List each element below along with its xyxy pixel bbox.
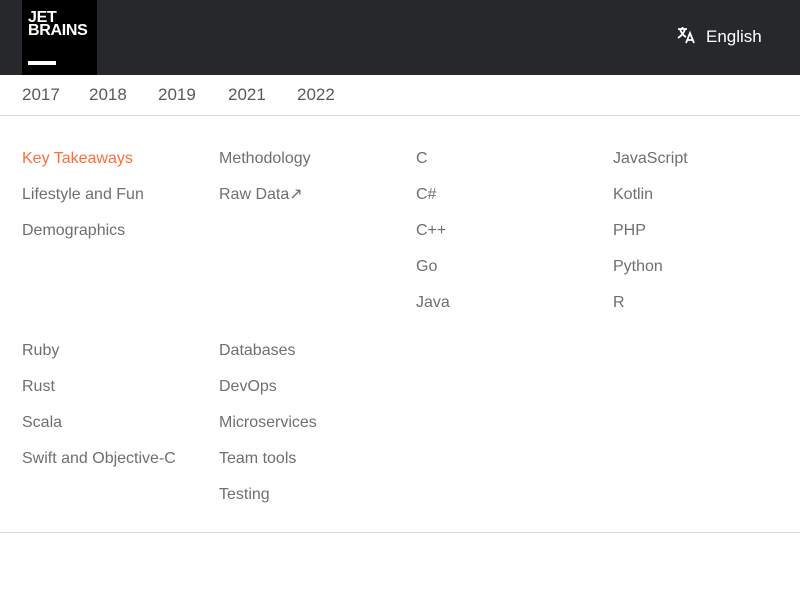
translate-icon <box>676 25 706 50</box>
language-label: English <box>706 27 762 46</box>
menu-item-rust[interactable]: Rust <box>22 375 55 399</box>
menu-item-r[interactable]: R <box>613 291 625 315</box>
language-switcher[interactable]: English <box>676 26 762 48</box>
year-2018-link[interactable]: 2018 <box>89 85 127 105</box>
menu-item-testing[interactable]: Testing <box>219 483 270 507</box>
bottom-divider <box>0 532 800 533</box>
menu-item-methodology[interactable]: Methodology <box>219 147 311 171</box>
menu-item-java[interactable]: Java <box>416 291 450 315</box>
jetbrains-logo[interactable]: JET BRAINS <box>22 0 97 75</box>
menu-item-python[interactable]: Python <box>613 255 663 279</box>
menu-item-go[interactable]: Go <box>416 255 437 279</box>
menu-item-c[interactable]: C <box>416 147 428 171</box>
menu-item-team-tools[interactable]: Team tools <box>219 447 296 471</box>
menu-item-devops[interactable]: DevOps <box>219 375 277 399</box>
menu-item-csharp[interactable]: C# <box>416 183 436 207</box>
top-header: JET BRAINS English <box>0 0 800 75</box>
menu-item-databases[interactable]: Databases <box>219 339 296 363</box>
menu-item-kotlin[interactable]: Kotlin <box>613 183 653 207</box>
year-2017-link[interactable]: 2017 <box>22 85 60 105</box>
menu-item-swift[interactable]: Swift and Objective-C <box>22 447 182 471</box>
menu-item-microservices[interactable]: Microservices <box>219 411 317 435</box>
menu-item-raw-data[interactable]: Raw Data↗ <box>219 183 303 207</box>
menu-item-javascript[interactable]: JavaScript <box>613 147 688 171</box>
menu-item-php[interactable]: PHP <box>613 219 646 243</box>
menu-item-lifestyle[interactable]: Lifestyle and Fun <box>22 183 144 207</box>
logo-bar <box>28 61 56 65</box>
year-2019-link[interactable]: 2019 <box>158 85 196 105</box>
logo-text-line2: BRAINS <box>28 22 88 39</box>
menu-item-demographics[interactable]: Demographics <box>22 219 125 243</box>
menu-item-key-takeaways[interactable]: Key Takeaways <box>22 147 133 171</box>
menu-item-ruby[interactable]: Ruby <box>22 339 59 363</box>
year-2021-link[interactable]: 2021 <box>228 85 266 105</box>
menu-item-cpp[interactable]: C++ <box>416 219 446 243</box>
year-2022-link[interactable]: 2022 <box>297 85 335 105</box>
menu-item-scala[interactable]: Scala <box>22 411 62 435</box>
year-nav: 2017 2018 2019 2021 2022 <box>0 75 800 116</box>
